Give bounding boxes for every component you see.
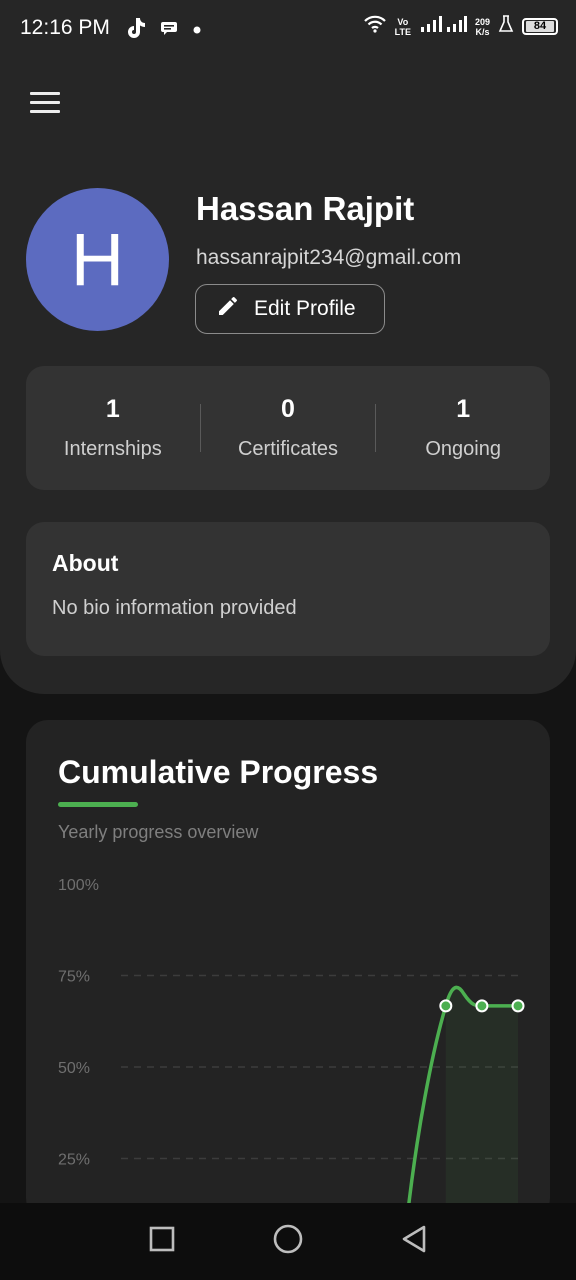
tiktok-icon: [124, 16, 146, 45]
y-tick-label: 100%: [58, 877, 99, 894]
wifi-icon: [363, 14, 387, 39]
data-point: [511, 999, 525, 1013]
profile-email: hassanrajpit234@gmail.com: [196, 246, 462, 269]
status-time: 12:16 PM: [20, 16, 110, 39]
home-icon[interactable]: [272, 1223, 304, 1260]
avatar-initial: H: [70, 218, 125, 301]
stat-label: Internships: [63, 438, 162, 460]
edit-profile-label: Edit Profile: [254, 297, 356, 320]
y-tick-label: 50%: [58, 1060, 90, 1077]
stat-label: Certificates: [237, 438, 339, 460]
about-text: No bio information provided: [52, 597, 297, 619]
area-fill: [445, 987, 518, 1207]
stat-value: 1: [456, 395, 471, 423]
stat-ongoing: 1 Ongoing: [376, 395, 550, 461]
navigation-bar: [0, 1203, 576, 1280]
progress-chart: 100% 75% 50% 25%: [58, 877, 525, 1220]
avatar: H: [26, 188, 169, 331]
battery-icon: 84: [522, 18, 558, 35]
progress-title: Cumulative Progress: [58, 754, 379, 790]
profile-name: Hassan Rajpit: [196, 190, 415, 227]
data-point: [475, 999, 489, 1013]
progress-card: Cumulative Progress Yearly progress over…: [26, 720, 550, 1220]
dot-icon: [192, 22, 202, 40]
edit-profile-button[interactable]: Edit Profile: [195, 284, 385, 334]
message-icon: [160, 20, 178, 41]
data-point: [439, 999, 453, 1013]
stats-card: 1 Internships 0 Certificates 1 Ongoing: [26, 366, 550, 490]
notification-icons: [124, 16, 202, 45]
system-icons: Vo LTE 209 K/s 84: [363, 14, 558, 39]
stat-internships: 1 Internships: [26, 395, 200, 461]
network-type: Vo LTE: [394, 16, 411, 37]
y-tick-label: 25%: [58, 1152, 90, 1169]
stat-label: Ongoing: [425, 438, 501, 460]
back-icon[interactable]: [400, 1224, 428, 1259]
lab-icon: [498, 15, 514, 38]
signal-icon: [419, 14, 467, 39]
stat-value: 0: [281, 395, 295, 423]
title-underline: [58, 802, 138, 807]
y-tick-label: 75%: [58, 969, 90, 986]
battery-level: 84: [526, 21, 554, 32]
stat-certificates: 0 Certificates: [201, 395, 375, 461]
profile-panel: H Hassan Rajpit hassanrajpit234@gmail.co…: [0, 58, 576, 694]
status-bar: 12:16 PM Vo LTE 209 K/s 84: [0, 0, 576, 58]
about-title: About: [52, 550, 119, 576]
hamburger-menu-icon[interactable]: [30, 92, 60, 114]
recent-apps-icon[interactable]: [148, 1225, 176, 1258]
stat-value: 1: [105, 395, 120, 423]
pencil-icon: [216, 294, 240, 324]
progress-subtitle: Yearly progress overview: [58, 822, 259, 842]
network-speed: 209 K/s: [474, 16, 490, 37]
about-card: About No bio information provided: [26, 522, 550, 656]
